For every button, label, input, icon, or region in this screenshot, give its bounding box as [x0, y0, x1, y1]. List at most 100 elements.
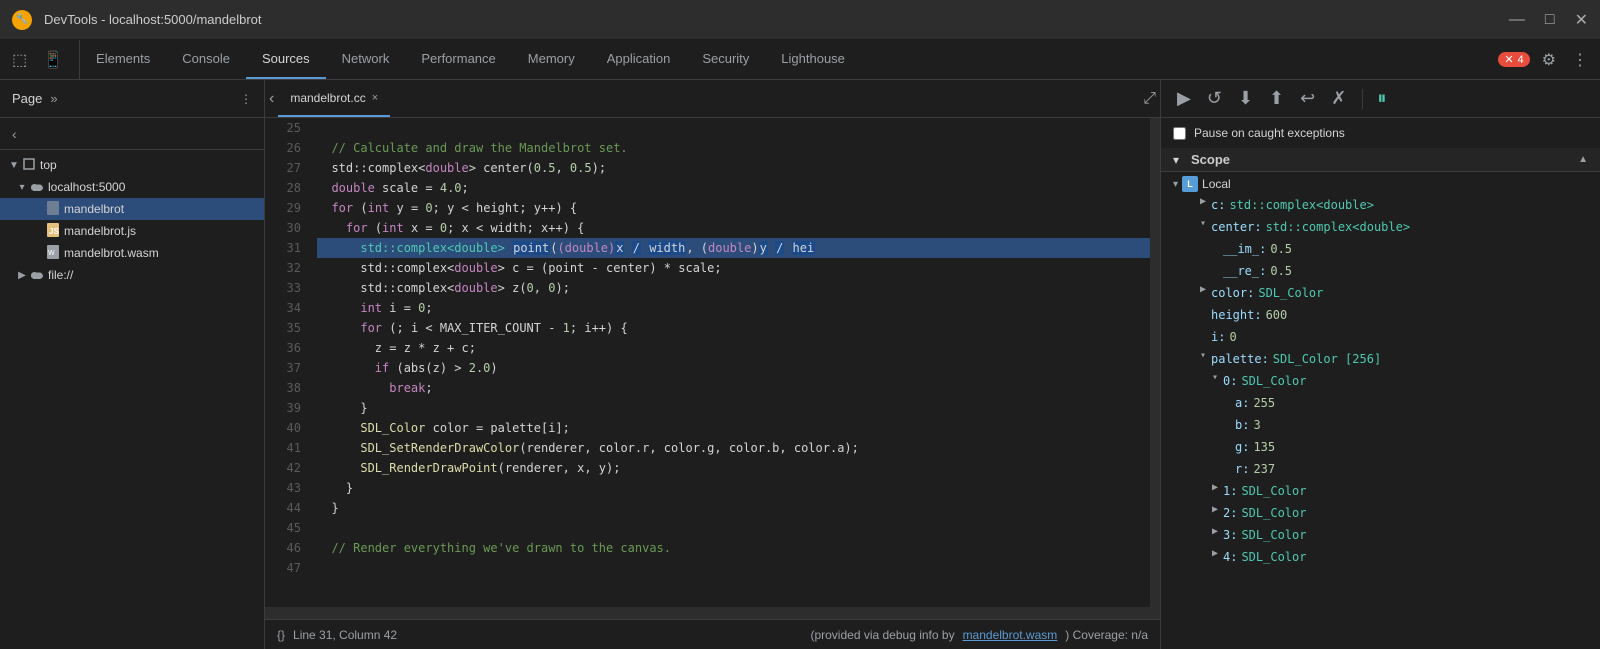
code-line: for (int y = 0; y < height; y++) {: [317, 198, 1150, 218]
tree-item-file---[interactable]: ▶file://: [0, 264, 264, 286]
scope-item[interactable]: ▶c: std::complex<double>: [1161, 194, 1600, 216]
code-line: SDL_Color color = palette[i];: [317, 418, 1150, 438]
nav-tab-application[interactable]: Application: [591, 40, 687, 79]
vertical-scrollbar[interactable]: [1150, 118, 1160, 607]
footer-link[interactable]: mandelbrot.wasm: [963, 628, 1058, 642]
footer-provided: (provided via debug info by: [810, 628, 954, 642]
line-number: 30: [265, 218, 301, 238]
device-icon[interactable]: 📱: [39, 46, 67, 74]
line-number: 40: [265, 418, 301, 438]
scope-item[interactable]: ▶color: SDL_Color: [1161, 282, 1600, 304]
nav-tab-elements[interactable]: Elements: [80, 40, 166, 79]
scope-item[interactable]: ▶3: SDL_Color: [1161, 524, 1600, 546]
code-line: break;: [317, 378, 1150, 398]
tree-item-mandelbrot-js[interactable]: JSmandelbrot.js: [0, 220, 264, 242]
minimize-button[interactable]: —: [1509, 10, 1525, 30]
scope-item[interactable]: ▶1: SDL_Color: [1161, 480, 1600, 502]
panel-more-btn[interactable]: ⋮: [240, 92, 252, 106]
scope-expand-icon: ▶: [1197, 284, 1209, 296]
tab-prev-btn[interactable]: ‹: [269, 80, 274, 117]
scope-item[interactable]: ▾palette: SDL_Color [256]: [1161, 348, 1600, 370]
maximize-button[interactable]: □: [1545, 10, 1555, 30]
scope-item[interactable]: __re_: 0.5: [1161, 260, 1600, 282]
nav-tab-performance[interactable]: Performance: [405, 40, 511, 79]
scope-item[interactable]: ▶4: SDL_Color: [1161, 546, 1600, 568]
scope-item-key: height:: [1211, 306, 1262, 324]
pause-exceptions-label: Pause on caught exceptions: [1194, 126, 1345, 140]
svg-text:JS: JS: [49, 227, 59, 236]
more-button[interactable]: ⋮: [1568, 46, 1592, 74]
error-badge: ✕ 4: [1498, 52, 1529, 67]
scope-content: ▾ L Local ▶c: std::complex<double>▾cente…: [1161, 172, 1600, 570]
scope-item[interactable]: a: 255: [1161, 392, 1600, 414]
line-number: 43: [265, 478, 301, 498]
tree-item-top[interactable]: ▼top: [0, 154, 264, 176]
local-header[interactable]: ▾ L Local: [1161, 174, 1600, 194]
scope-item[interactable]: b: 3: [1161, 414, 1600, 436]
scope-item[interactable]: ▾center: std::complex<double>: [1161, 216, 1600, 238]
code-line: if (abs(z) > 2.0): [317, 358, 1150, 378]
deactivate-btn[interactable]: ✗: [1327, 86, 1350, 111]
line-number: 45: [265, 518, 301, 538]
scope-item[interactable]: __im_: 0.5: [1161, 238, 1600, 260]
expand-arrow: ▾: [16, 181, 28, 193]
line-numbers: 2526272829303132333435363738394041424344…: [265, 118, 309, 607]
left-panel: Page » ⋮ ‹ ▼top▾localhost:5000mandelbrot…: [0, 80, 265, 649]
pause-btn[interactable]: ⏸: [1375, 86, 1388, 111]
debug-separator: [1362, 89, 1363, 109]
code-line: int i = 0;: [317, 298, 1150, 318]
code-line: SDL_SetRenderDrawColor(renderer, color.r…: [317, 438, 1150, 458]
tree-item-mandelbrot[interactable]: mandelbrot: [0, 198, 264, 220]
scope-item[interactable]: height: 600: [1161, 304, 1600, 326]
code-area: 2526272829303132333435363738394041424344…: [265, 118, 1160, 607]
panel-tab-page[interactable]: Page: [12, 91, 42, 106]
close-button[interactable]: ✕: [1575, 10, 1588, 30]
expand-arrow: ▶: [16, 269, 28, 281]
code-line: std::complex<double> center(0.5, 0.5);: [317, 158, 1150, 178]
nav-tab-console[interactable]: Console: [166, 40, 246, 79]
step-into-btn[interactable]: ⬇: [1234, 86, 1257, 111]
step-btn[interactable]: ↩: [1296, 86, 1319, 111]
tree-item-mandelbrot-wasm[interactable]: Wmandelbrot.wasm: [0, 242, 264, 264]
scope-item[interactable]: i: 0: [1161, 326, 1600, 348]
panel-tab-more[interactable]: »: [50, 91, 57, 106]
title-bar-text: DevTools - localhost:5000/mandelbrot: [44, 12, 1497, 27]
line-number: 46: [265, 538, 301, 558]
scope-item[interactable]: ▶2: SDL_Color: [1161, 502, 1600, 524]
code-tab-mandelbrot[interactable]: mandelbrot.cc ×: [278, 80, 390, 117]
scope-expand-icon: ▾: [1197, 218, 1209, 230]
nav-tab-sources[interactable]: Sources: [246, 40, 326, 79]
inspect-icon[interactable]: ⬚: [8, 46, 31, 74]
scope-header[interactable]: ▾ Scope ▲: [1161, 148, 1600, 172]
step-out-btn[interactable]: ⬆: [1265, 86, 1288, 111]
scope-item-key: __im_:: [1223, 240, 1266, 258]
resume-btn[interactable]: ▶: [1173, 86, 1195, 111]
local-label: Local: [1202, 177, 1231, 191]
horizontal-scrollbar[interactable]: [265, 607, 1160, 619]
footer-coverage: ) Coverage: n/a: [1065, 628, 1148, 642]
close-tab-btn[interactable]: ×: [372, 92, 378, 104]
tree-item-localhost-5000[interactable]: ▾localhost:5000: [0, 176, 264, 198]
line-number: 32: [265, 258, 301, 278]
code-line: [317, 558, 1150, 578]
tab-expand-btn[interactable]: ⤢: [1143, 80, 1156, 117]
nav-tab-memory[interactable]: Memory: [512, 40, 591, 79]
scope-item-val: 0: [1229, 328, 1236, 346]
code-line: }: [317, 478, 1150, 498]
code-line: SDL_RenderDrawPoint(renderer, x, y);: [317, 458, 1150, 478]
scope-item[interactable]: r: 237: [1161, 458, 1600, 480]
code-line: [317, 518, 1150, 538]
step-over-btn[interactable]: ↺: [1203, 86, 1226, 111]
nav-tab-lighthouse[interactable]: Lighthouse: [765, 40, 861, 79]
prev-file-btn[interactable]: ‹: [8, 124, 21, 144]
nav-tab-security[interactable]: Security: [686, 40, 765, 79]
scope-item-val: SDL_Color: [1241, 482, 1306, 500]
scope-item[interactable]: ▾0: SDL_Color: [1161, 370, 1600, 392]
scope-item-val: SDL_Color: [1241, 548, 1306, 566]
pause-exceptions-checkbox[interactable]: [1173, 127, 1186, 140]
center-panel: ‹ mandelbrot.cc × ⤢ 25262728293031323334…: [265, 80, 1160, 649]
nav-tab-network[interactable]: Network: [326, 40, 406, 79]
scope-item[interactable]: g: 135: [1161, 436, 1600, 458]
settings-button[interactable]: ⚙: [1538, 46, 1560, 74]
local-expand-arrow: ▾: [1173, 179, 1178, 190]
